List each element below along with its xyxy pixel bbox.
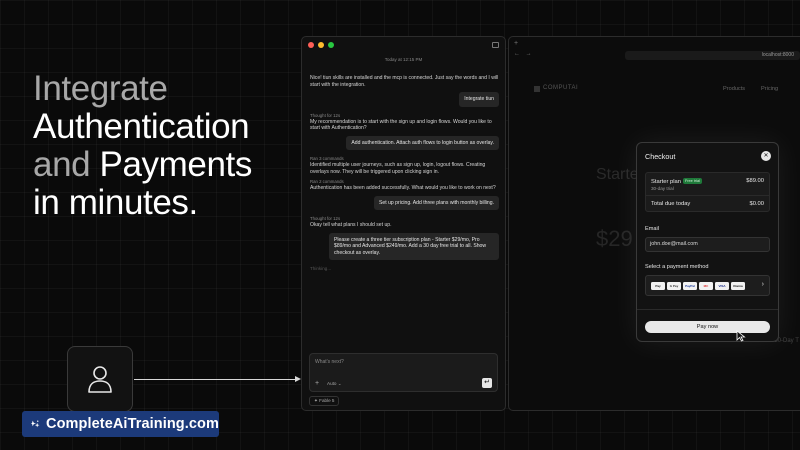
url-bar[interactable]: localhost:8000 — [625, 51, 800, 60]
arrow-line — [134, 379, 296, 380]
paypal-icon[interactable]: PayPal — [683, 282, 697, 290]
plan-price: $89.00 — [746, 178, 764, 184]
chat-window: Today at 12:15 PM Nice! tiun skills are … — [301, 36, 506, 411]
checkout-separator — [637, 309, 778, 310]
mode-selector-label: Auto — [327, 381, 337, 386]
google-pay-icon[interactable]: G Pay — [667, 282, 681, 290]
user-message: Set up pricing. Add three plans with mon… — [374, 195, 499, 211]
apple-pay-icon[interactable]: Pay — [651, 282, 665, 290]
thought-meta[interactable]: Thought for 12s — [310, 216, 499, 221]
user-icon — [88, 366, 112, 393]
payment-method-selector[interactable]: Pay G Pay PayPal MC VISA Klarna › — [645, 275, 770, 296]
model-selector-label: Fable 5 — [319, 398, 335, 403]
email-field[interactable]: john.doe@mail.com — [645, 237, 770, 252]
headline: Integrate Authentication and Payments in… — [33, 70, 252, 222]
headline-line-1: Integrate — [33, 69, 168, 108]
chat-timestamp: Today at 12:15 PM — [384, 57, 423, 62]
ai-message: Identified multiple user journeys, such … — [310, 162, 486, 175]
user-message: Add authentication. Attach auth flows to… — [346, 135, 499, 151]
chat-input[interactable]: What's next? + Auto ⌄ ↵ — [309, 353, 498, 392]
ai-message: Nice! tiun skills are installed and the … — [310, 75, 499, 88]
chevron-down-icon: ⌄ — [337, 381, 342, 386]
mode-selector[interactable]: Auto ⌄ — [327, 381, 342, 387]
chat-thread: Nice! tiun skills are installed and the … — [310, 75, 499, 271]
email-label: Email — [645, 226, 659, 232]
site-logo-icon — [534, 86, 540, 92]
new-tab-icon[interactable]: + — [514, 40, 518, 47]
window-controls — [308, 42, 334, 48]
chat-input-placeholder[interactable]: What's next? — [315, 359, 344, 365]
total-due-label: Total due today — [651, 201, 691, 207]
payment-method-label: Select a payment method — [645, 264, 709, 270]
brand-badge: CompleteAiTraining.com — [22, 411, 219, 437]
send-icon[interactable]: ↵ — [482, 378, 492, 388]
thought-meta[interactable]: Thought for 12s — [310, 113, 499, 118]
checkout-modal: Checkout ✕ Starter plan Free trial 30-day… — [636, 142, 779, 342]
mouse-cursor-icon — [736, 330, 746, 342]
payment-icons: Pay G Pay PayPal MC VISA Klarna — [651, 282, 745, 290]
klarna-icon[interactable]: Klarna — [731, 282, 745, 290]
maximize-window-button[interactable] — [328, 42, 334, 48]
sidebar-toggle-icon[interactable] — [492, 42, 499, 48]
nav-arrows-icon[interactable]: ← → — [514, 51, 534, 57]
trial-badge: Free trial — [682, 178, 702, 184]
minimize-window-button[interactable] — [318, 42, 324, 48]
pay-now-button[interactable]: Pay now — [645, 321, 770, 333]
order-summary: Starter plan Free trial 30-day trial $89.… — [645, 172, 770, 212]
user-avatar — [67, 346, 133, 412]
plan-name: Starter plan — [651, 179, 681, 185]
ai-message: My recommendation is to start with the s… — [310, 118, 492, 132]
bg-plan-price: $29 — [596, 226, 633, 251]
close-icon[interactable]: ✕ — [761, 151, 771, 161]
headline-line-3-bright: Payments — [99, 145, 253, 184]
sparkle-logo-icon — [31, 420, 40, 428]
headline-line-2: Authentication — [33, 107, 250, 146]
checkout-title: Checkout — [645, 152, 676, 161]
total-due-amount: $0.00 — [749, 201, 764, 207]
mastercard-icon[interactable]: MC — [699, 282, 713, 290]
chevron-right-icon[interactable]: › — [762, 281, 764, 288]
commands-meta[interactable]: Ran 2 commands — [310, 179, 499, 184]
brand-name: CompleteAiTraining.com — [46, 416, 219, 432]
close-window-button[interactable] — [308, 42, 314, 48]
ai-message: Okay tell what plans I should set up. — [310, 222, 392, 229]
thinking-indicator: Thinking... — [310, 266, 332, 272]
model-selector[interactable]: ✦ Fable 5 — [309, 396, 340, 406]
plan-trial: 30-day trial — [651, 186, 674, 191]
site-nav-pricing[interactable]: Pricing — [761, 86, 778, 92]
user-message: Please create a three tier subscription … — [329, 232, 499, 261]
ai-message: Authentication has been added successful… — [310, 185, 496, 192]
site-logo[interactable]: COMPUTAI — [543, 85, 578, 91]
commands-meta[interactable]: Ran 3 commands — [310, 156, 499, 161]
user-message: Integrate tiun — [459, 92, 499, 107]
site-nav-products[interactable]: Products — [723, 86, 745, 92]
summary-divider — [646, 195, 769, 196]
visa-icon[interactable]: VISA — [715, 282, 729, 290]
add-attachment-icon[interactable]: + — [315, 380, 319, 387]
headline-line-4: in minutes. — [33, 183, 198, 222]
headline-line-3-dim: and — [33, 145, 91, 184]
